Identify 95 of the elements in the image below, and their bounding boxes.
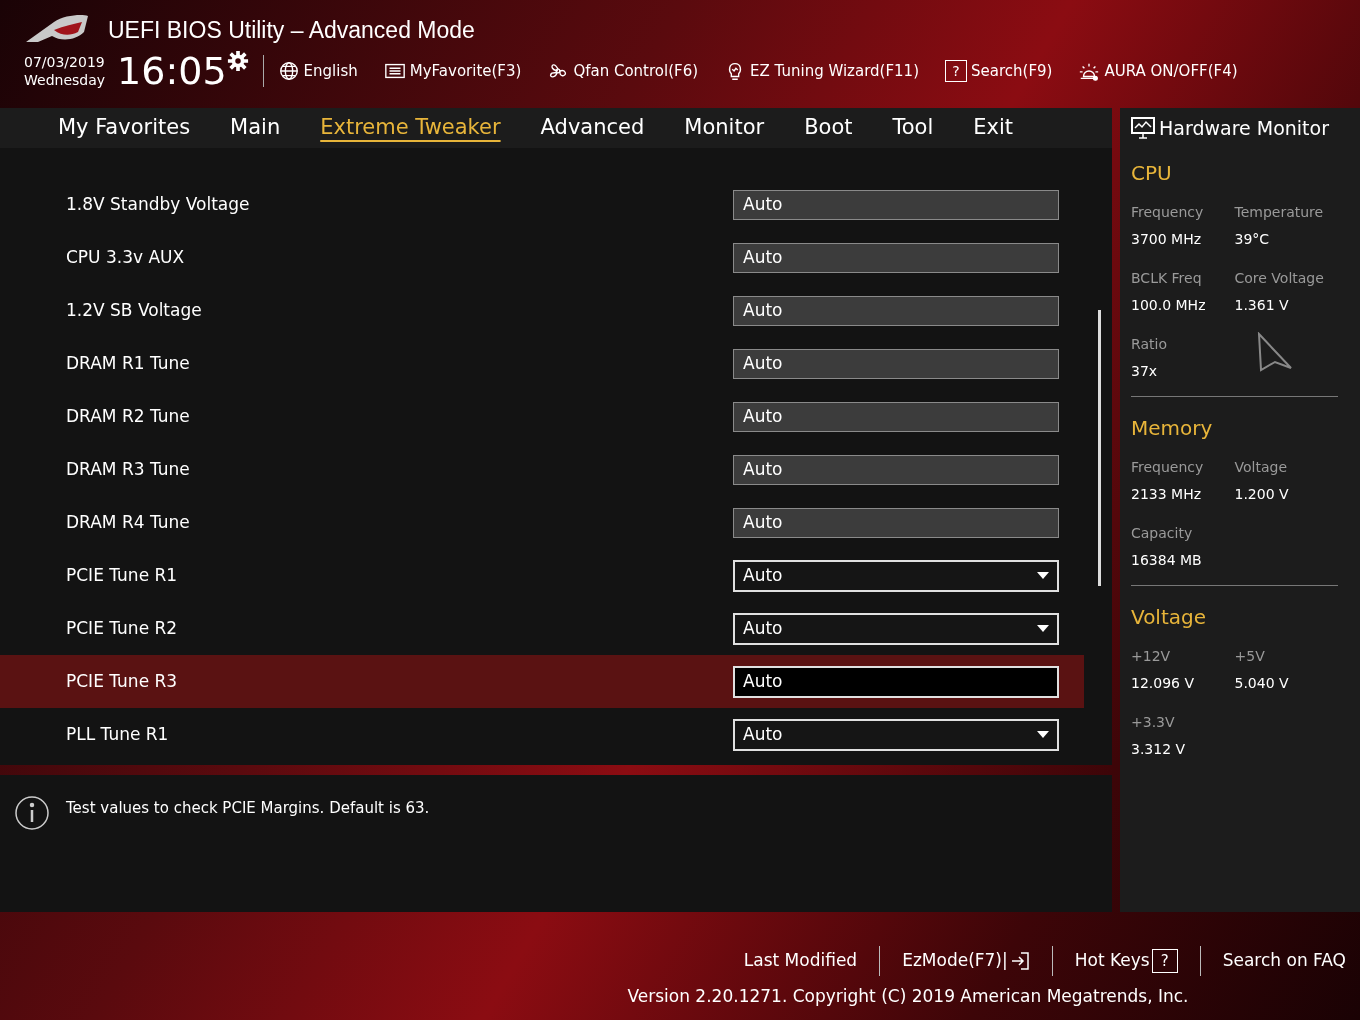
metric-value: 1.361 V [1234,296,1290,315]
value-field: Auto [733,242,1059,273]
setting-row[interactable]: PCIE Tune R2 Auto [0,602,1084,655]
footer-link[interactable]: EzMode(F7)| [902,948,1030,974]
setting-label: PLL Tune R1 [66,722,170,746]
metric-value: 2133 MHz [1131,485,1203,504]
metric-label: Voltage [1234,458,1288,477]
metric-value: 5.040 V [1234,674,1290,693]
setting-row[interactable]: DRAM R1 Tune Auto [0,337,1084,390]
menu-tab[interactable]: Boot [804,112,853,144]
setting-label: PCIE Tune R1 [66,563,179,587]
setting-label: 1.8V Standby Voltage [66,192,251,216]
menu-tab[interactable]: Tool [892,112,934,144]
setting-label: PCIE Tune R2 [66,616,179,640]
value-field: Auto [733,189,1059,220]
menu-tab[interactable]: Extreme Tweaker [320,112,501,144]
setting-row[interactable]: PCIE Tune R3 Auto [0,655,1084,708]
scrollbar[interactable] [1098,310,1101,586]
metric-label: Frequency [1131,458,1205,477]
footer-link[interactable]: Last Modified [743,948,858,974]
metric-value: 3.312 V [1131,740,1187,759]
value-field: Auto [733,507,1059,538]
settings-icon[interactable] [226,50,249,72]
metric-label: +5V [1234,647,1266,666]
metric-label: Capacity [1131,524,1194,543]
pointer-icon [1257,332,1293,372]
metric-label: +3.3V [1131,713,1176,732]
setting-row[interactable]: DRAM R3 Tune Auto [0,443,1084,496]
value-field: Auto [733,401,1059,432]
metric-value: 16384 MB [1131,551,1203,570]
value-field: Auto [733,295,1059,326]
caret-icon [1037,625,1049,632]
setting-row[interactable]: CPU 3.3v AUX Auto [0,231,1084,284]
setting-row[interactable]: 1.8V Standby Voltage Auto [0,178,1084,231]
metric-value: 3700 MHz [1131,230,1203,249]
section-title: CPU [1131,160,1173,187]
toolbar-button[interactable]: EZ Tuning Wizard(F11) [724,59,919,83]
setting-label: CPU 3.3v AUX [66,245,186,269]
setting-label: PCIE Tune R3 [66,669,179,693]
dropdown[interactable]: Auto [733,559,1059,592]
info-icon [14,795,50,831]
dropdown[interactable]: Auto [733,718,1059,751]
section-title: Voltage [1131,604,1208,631]
setting-label: 1.2V SB Voltage [66,298,203,322]
question-icon: ? [945,60,967,82]
input-field[interactable]: Auto [733,665,1059,698]
exit-icon [1009,951,1030,971]
weekday-text: Wednesday [24,71,106,89]
metric-value: 37x [1131,362,1159,381]
clock-text: 16:05 [117,52,227,90]
metric-label: Frequency [1131,203,1205,222]
menu-tab[interactable]: Advanced [540,112,645,144]
metric-label: BCLK Freq [1131,269,1203,288]
toolbar-button[interactable]: AURA ON/OFF(F4) [1078,59,1238,83]
metric-value: 1.200 V [1234,485,1290,504]
setting-label: DRAM R1 Tune [66,351,191,375]
menu-tab[interactable]: Main [230,112,281,144]
help-text: Test values to check PCIE Margins. Default is 63. [66,798,430,819]
footer-link[interactable]: Search on FAQ [1222,948,1346,974]
setting-row[interactable]: PCIE Tune R1 Auto [0,549,1084,602]
caret-icon [1037,731,1049,738]
footer-link[interactable]: Hot Keys ? [1074,948,1178,974]
version-text: Version 2.20.1271. Copyright (C) 2019 American Megatrends, Inc. [626,985,1189,1008]
menu-tab[interactable]: My Favorites [58,112,191,144]
setting-row[interactable]: PLL Tune R1 Auto [0,708,1084,761]
metric-label: Temperature [1234,203,1325,222]
toolbar-button[interactable]: MyFavorite(F3) [383,59,522,83]
setting-row[interactable]: 1.2V SB Voltage Auto [0,284,1084,337]
metric-label: +12V [1131,647,1172,666]
section-title: Memory [1131,415,1214,442]
panel-title: Hardware Monitor [1159,115,1329,141]
setting-row[interactable]: DRAM R4 Tune Auto [0,496,1084,549]
toolbar-button[interactable]: ? Search(F9) [945,59,1053,83]
toolbar-button[interactable]: English [277,59,358,83]
setting-row[interactable]: DRAM R2 Tune Auto [0,390,1084,443]
metric-value: 39°C [1234,230,1271,249]
globe-icon [277,60,300,82]
setting-label: DRAM R2 Tune [66,404,191,428]
metric-value: 100.0 MHz [1131,296,1207,315]
date-text: 07/03/2019 [24,53,106,71]
caret-icon [1037,572,1049,579]
metric-label: Ratio [1131,335,1168,354]
question-icon: ? [1151,949,1178,973]
dropdown[interactable]: Auto [733,612,1059,645]
monitor-icon [1131,117,1155,139]
toolbar-button[interactable]: Qfan Control(F6) [547,59,699,83]
window-title: UEFI BIOS Utility – Advanced Mode [108,15,475,45]
setting-label: DRAM R4 Tune [66,510,191,534]
metric-value: 12.096 V [1131,674,1195,693]
value-field: Auto [733,454,1059,485]
value-field: Auto [733,348,1059,379]
metric-label: Core Voltage [1234,269,1325,288]
menu-tab[interactable]: Exit [973,112,1014,144]
setting-label: DRAM R3 Tune [66,457,191,481]
menu-tab[interactable]: Monitor [684,112,765,144]
